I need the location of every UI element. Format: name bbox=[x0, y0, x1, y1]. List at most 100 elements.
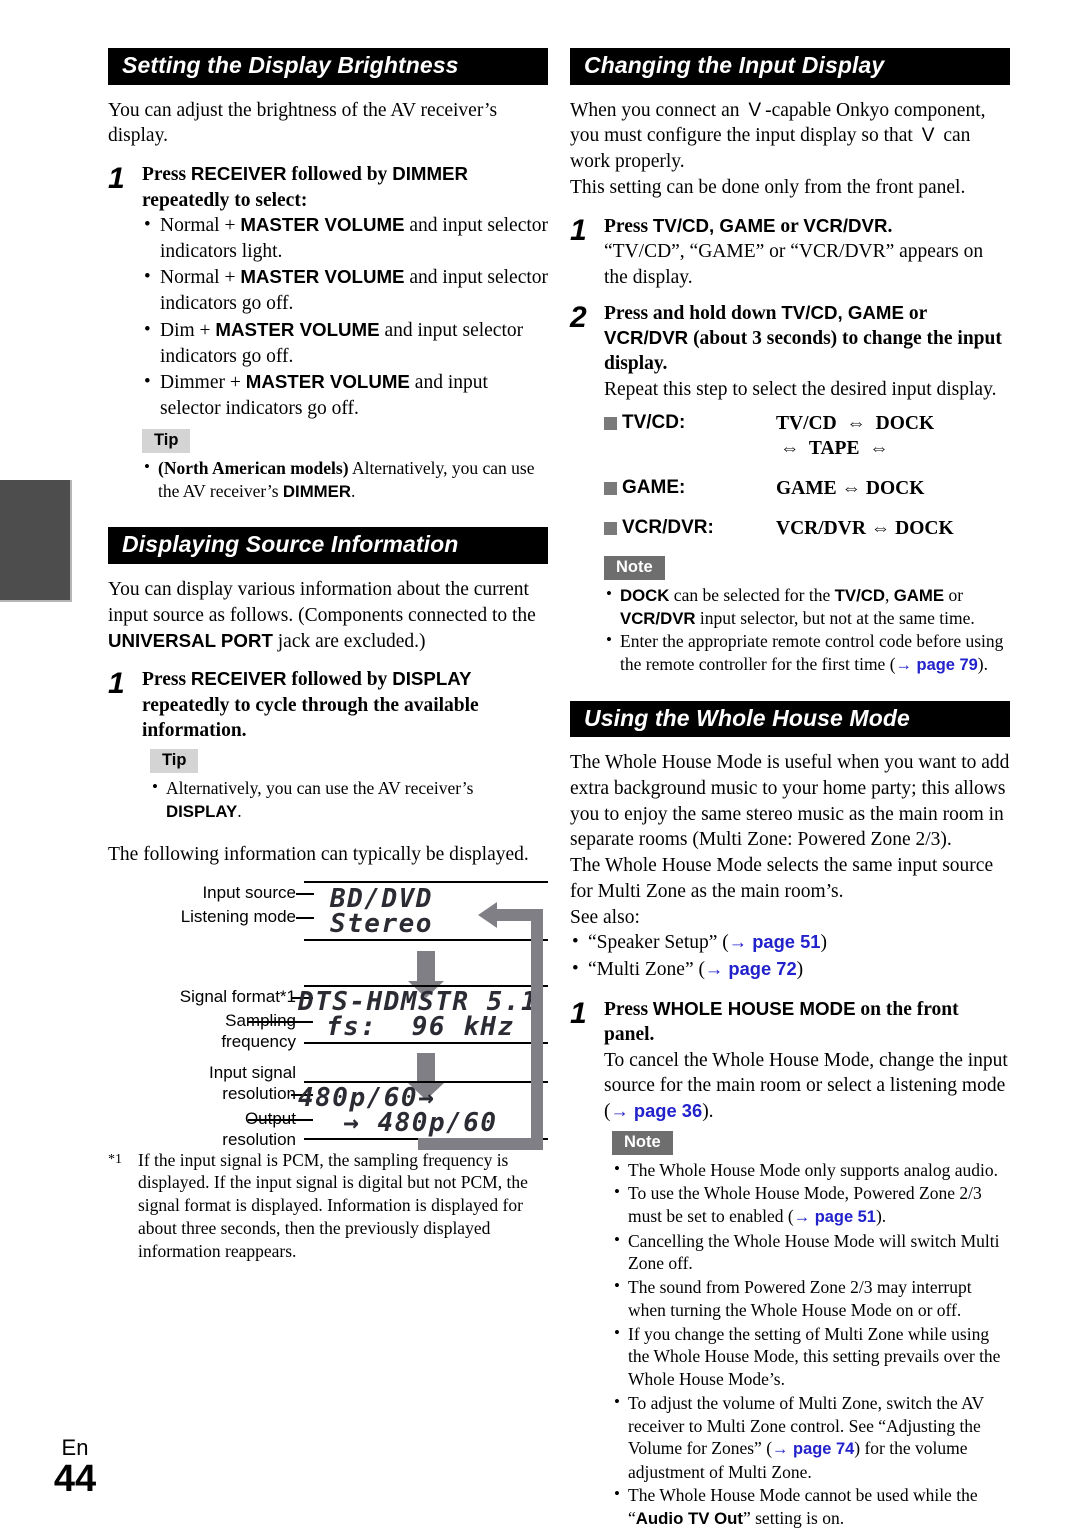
list-item: Dimmer + MASTER VOLUME and input selecto… bbox=[142, 369, 548, 421]
bullet-pre: Normal + bbox=[160, 267, 241, 289]
page-link-51[interactable]: → page 51 bbox=[729, 931, 821, 952]
step-heading: Press and hold down TV/CD, GAME or VCR/D… bbox=[604, 301, 1010, 377]
label-sampling-2: frequency bbox=[221, 1031, 296, 1051]
tip-text: Alternatively, you can use the AV receiv… bbox=[166, 778, 474, 799]
see-also-tail: ) bbox=[796, 959, 804, 981]
list-item: Alternatively, you can use the AV receiv… bbox=[150, 776, 548, 823]
tip-badge: Tip bbox=[142, 428, 191, 453]
step-subtext-b: ). bbox=[702, 1101, 714, 1123]
vcrdvr-button-label: VCR/DVR bbox=[604, 326, 689, 348]
step-heading: Press RECEIVER followed by DISPLAY repea… bbox=[142, 667, 548, 743]
master-volume-label: MASTER VOLUME bbox=[215, 318, 380, 340]
list-item: Normal + MASTER VOLUME and input selecto… bbox=[142, 264, 548, 316]
whole-house-para-1: The Whole House Mode is useful when you … bbox=[570, 752, 1010, 851]
page-footer: En 44 bbox=[40, 1434, 110, 1500]
page-link-72[interactable]: → page 72 bbox=[705, 958, 797, 979]
list-item: (North American models) Alternatively, y… bbox=[142, 456, 548, 503]
square-bullet-icon bbox=[604, 416, 617, 430]
display-screen-1: BD/DVD Stereo bbox=[304, 880, 548, 941]
list-item: “Speaker Setup” (→ page 51) bbox=[570, 929, 1010, 956]
cycle-key-label: VCR/DVR: bbox=[622, 517, 714, 539]
section-heading-input-display: Changing the Input Display bbox=[570, 48, 1010, 85]
page-link-51[interactable]: → page 51 bbox=[794, 1208, 876, 1226]
list-item: “Multi Zone” (→ page 72) bbox=[570, 956, 1010, 983]
game-label: GAME bbox=[893, 585, 945, 605]
tvcd-game-button-label: TV/CD, GAME bbox=[652, 214, 776, 236]
step-text-b: followed by bbox=[286, 669, 393, 691]
section-heading-display-brightness: Setting the Display Brightness bbox=[108, 48, 548, 85]
whole-house-mode-button-label: WHOLE HOUSE MODE bbox=[652, 997, 856, 1019]
bullet-pre: Dimmer + bbox=[160, 372, 246, 394]
receiver-button-label: RECEIVER bbox=[190, 668, 287, 690]
dock-label: DOCK bbox=[620, 585, 670, 605]
cycle-key-vcrdvr: VCR/DVR: bbox=[604, 517, 776, 539]
table-row: GAME: GAME ⇔ DOCK bbox=[604, 477, 1010, 501]
cycle-key-label: TV/CD: bbox=[622, 412, 686, 434]
language-label: En bbox=[61, 1434, 89, 1460]
table-row: VCR/DVR: VCR/DVR ⇔ DOCK bbox=[604, 517, 1010, 541]
loop-arrow-right bbox=[531, 908, 543, 1150]
screen1-line2: Stereo bbox=[330, 908, 433, 939]
label-input-res-1: Input signal bbox=[209, 1062, 296, 1082]
step-text-a: Press bbox=[604, 998, 653, 1020]
page-link-74[interactable]: → page 74 bbox=[772, 1440, 854, 1458]
tip-text-end: . bbox=[350, 480, 356, 501]
square-bullet-icon bbox=[604, 521, 617, 535]
table-row: TV/CD: TV/CD ⇔ DOCK ⇔ TAPE ⇔ bbox=[604, 412, 1010, 461]
see-also-text: “Speaker Setup” ( bbox=[588, 932, 729, 954]
step-text-a: Press and hold down bbox=[604, 302, 782, 324]
list-item: Enter the appropriate remote control cod… bbox=[604, 629, 1010, 676]
flow-arrow-down-1 bbox=[408, 950, 444, 998]
step-number: 1 bbox=[108, 162, 125, 196]
tip-list: Alternatively, you can use the AV receiv… bbox=[150, 776, 548, 823]
list-item: DOCK can be selected for the TV/CD, GAME… bbox=[604, 583, 1010, 630]
intro-text-b: jack are excluded.) bbox=[272, 630, 426, 652]
note-text-d: input selector, but not at the same time… bbox=[695, 607, 975, 628]
screen3-line1: 480p/60→ bbox=[298, 1082, 436, 1113]
list-item: To adjust the volume of Multi Zone, swit… bbox=[612, 1391, 1010, 1484]
diagram-lead-in: The following information can typically … bbox=[108, 843, 529, 865]
see-also-tail: ) bbox=[820, 932, 827, 954]
master-volume-label: MASTER VOLUME bbox=[240, 266, 405, 288]
label-listening-mode: Listening mode bbox=[180, 906, 296, 926]
dimmer-options-list: Normal + MASTER VOLUME and input selecto… bbox=[142, 212, 548, 422]
step-hold-input-selector: 2 Press and hold down TV/CD, GAME or VCR… bbox=[570, 301, 1010, 403]
list-item: If you change the setting of Multi Zone … bbox=[612, 1322, 1010, 1391]
footnote-marker: *1 bbox=[108, 1151, 122, 1167]
list-item: The Whole House Mode only supports analo… bbox=[612, 1158, 1010, 1182]
loop-arrow-head bbox=[478, 901, 497, 928]
step-text-c: . bbox=[887, 215, 893, 237]
list-item: Dim + MASTER VOLUME and input selector i… bbox=[142, 317, 548, 369]
screen3-line2: → 480p/60 bbox=[326, 1107, 498, 1138]
note-list-whole-house: The Whole House Mode only supports analo… bbox=[612, 1158, 1010, 1530]
tvcd-label: TV/CD bbox=[834, 585, 885, 605]
step-subtext: “TV/CD”, “GAME” or “VCR/DVR” appears on … bbox=[604, 241, 984, 288]
list-item: Cancelling the Whole House Mode will swi… bbox=[612, 1229, 1010, 1276]
page-link-36[interactable]: → page 36 bbox=[611, 1100, 703, 1121]
list-item: The Whole House Mode cannot be used whil… bbox=[612, 1483, 1010, 1530]
step-text-b: followed by bbox=[286, 164, 393, 186]
label-signal-format: Signal format*1 bbox=[179, 986, 296, 1006]
note-text-b: ). bbox=[875, 1206, 887, 1227]
note-badge: Note bbox=[604, 555, 665, 580]
step-text-a: Press bbox=[604, 215, 653, 237]
footnote-text: If the input signal is PCM, the sampling… bbox=[138, 1149, 528, 1261]
cycle-value-line1: VCR/DVR ⇔ DOCK bbox=[776, 518, 954, 540]
right-column: Changing the Input Display When you conn… bbox=[570, 48, 1010, 1537]
intro-display-brightness: You can adjust the brightness of the AV … bbox=[108, 99, 498, 147]
master-volume-label: MASTER VOLUME bbox=[240, 213, 405, 235]
cycle-key-tvcd: TV/CD: bbox=[604, 412, 776, 434]
loop-arrow-top bbox=[496, 908, 542, 921]
universal-port-label: UNIVERSAL PORT bbox=[108, 629, 273, 651]
note-text-b: , bbox=[884, 584, 894, 605]
cycle-value-line1: GAME ⇔ DOCK bbox=[776, 478, 925, 500]
tip-text-end: . bbox=[237, 801, 242, 822]
region-note: (North American models) bbox=[158, 457, 349, 478]
intro-front-panel-only: This setting can be done only from the f… bbox=[570, 176, 966, 198]
step-text-c: repeatedly to select: bbox=[142, 189, 308, 211]
step-text-a: Press bbox=[142, 669, 191, 691]
receiver-button-label: RECEIVER bbox=[190, 163, 287, 185]
page-link-79[interactable]: → page 79 bbox=[896, 656, 978, 674]
see-also-text: “Multi Zone” ( bbox=[588, 959, 705, 981]
whole-house-see-also-label: See also: bbox=[570, 906, 640, 928]
